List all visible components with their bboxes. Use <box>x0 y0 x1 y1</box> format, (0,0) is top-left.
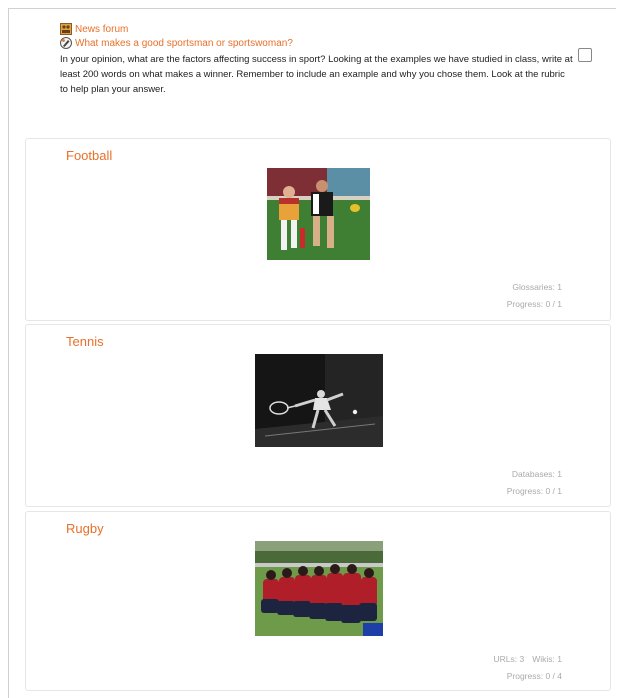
assignment-label[interactable]: What makes a good sportsman or sportswom… <box>75 38 293 49</box>
assignment-icon <box>60 37 72 49</box>
section-title[interactable]: Football <box>66 148 112 163</box>
rugby-image <box>255 541 383 636</box>
progress-text: Progress: 0 / 1 <box>506 486 562 496</box>
forum-icon <box>60 23 72 35</box>
activity-summary: URLs: 3 Wikis: 1 <box>494 654 562 664</box>
section-rugby: Rugby URLs: 3 Wikis: 1 Progress: 0 / 4 <box>25 511 611 691</box>
section-tennis: Tennis Databases: 1 Progress: 0 / 1 <box>25 324 611 507</box>
section-football: Football Glossaries: 1 Progress: 0 / 1 <box>25 138 611 321</box>
assignment-link[interactable]: What makes a good sportsman or sportswom… <box>60 36 580 50</box>
completion-checkbox[interactable] <box>578 48 592 62</box>
section-title[interactable]: Rugby <box>66 521 104 536</box>
databases-count[interactable]: Databases: 1 <box>512 469 562 479</box>
urls-count[interactable]: URLs: 3 <box>494 654 525 664</box>
activity-summary: Glossaries: 1 <box>512 282 562 292</box>
progress-text: Progress: 0 / 4 <box>506 671 562 681</box>
assignment-description: In your opinion, what are the factors af… <box>60 54 573 95</box>
glossaries-count[interactable]: Glossaries: 1 <box>512 282 562 292</box>
tennis-image <box>255 354 383 447</box>
wikis-count[interactable]: Wikis: 1 <box>532 654 562 664</box>
section-title[interactable]: Tennis <box>66 334 104 349</box>
course-intro: News forum What makes a good sportsman o… <box>60 22 580 97</box>
news-forum-link[interactable]: News forum <box>60 22 580 36</box>
news-forum-label[interactable]: News forum <box>75 24 128 35</box>
activity-summary: Databases: 1 <box>512 469 562 479</box>
progress-text: Progress: 0 / 1 <box>506 299 562 309</box>
football-image <box>267 168 370 260</box>
